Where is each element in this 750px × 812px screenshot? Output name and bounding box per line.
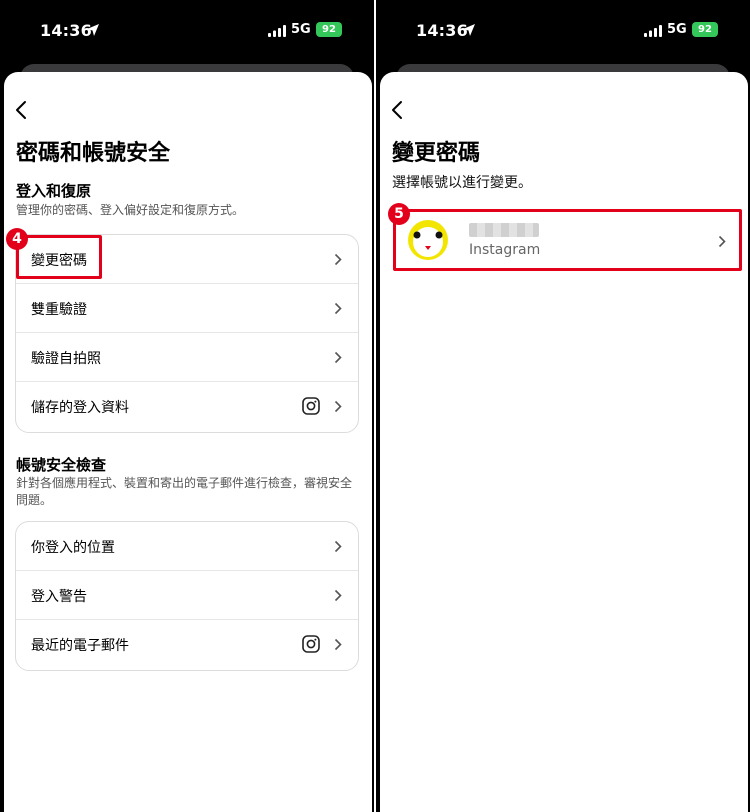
section-desc-security: 針對各個應用程式、裝置和寄出的電子郵件進行檢查，審視安全問題。 xyxy=(16,476,353,507)
status-time: 14:36 xyxy=(416,21,468,40)
menu-item-recent-emails[interactable]: 最近的電子郵件 xyxy=(16,620,358,670)
chevron-right-icon xyxy=(334,253,342,266)
battery-indicator: 92 xyxy=(316,22,342,37)
step-badge: 5 xyxy=(388,203,410,225)
change-password-sheet: 變更密碼 選擇帳號以進行變更。 Instagram 5 xyxy=(380,72,748,812)
location-arrow-icon xyxy=(463,24,475,36)
chevron-right-icon xyxy=(334,589,342,602)
back-chevron-icon[interactable] xyxy=(14,100,30,120)
chevron-right-icon xyxy=(334,302,342,315)
signal-icon xyxy=(644,25,662,37)
chevron-right-icon xyxy=(334,400,342,413)
network-label: 5G xyxy=(291,22,311,37)
menu-item-label: 儲存的登入資料 xyxy=(31,400,129,416)
right-screen: 14:36 5G 92 變更密碼 選擇帳號以進行變更。 Instagram 5 xyxy=(376,0,750,812)
menu-item-selfie-verification[interactable]: 驗證自拍照 xyxy=(16,333,358,382)
section-desc-login: 管理你的密碼、登入偏好設定和復原方式。 xyxy=(16,203,245,217)
menu-item-label: 你登入的位置 xyxy=(31,540,115,556)
status-bar: 14:36 5G 92 xyxy=(0,0,374,60)
settings-sheet: 密碼和帳號安全 登入和復原 管理你的密碼、登入偏好設定和復原方式。 變更密碼 雙… xyxy=(4,72,372,812)
menu-item-label: 驗證自拍照 xyxy=(31,351,101,367)
highlight-box xyxy=(16,235,102,279)
instagram-icon xyxy=(302,635,320,653)
status-bar: 14:36 5G 92 xyxy=(376,0,750,60)
left-screen: 14:36 5G 92 密碼和帳號安全 登入和復原 管理你的密碼、登入偏好設定和… xyxy=(0,0,374,812)
page-title: 變更密碼 xyxy=(392,141,481,166)
chevron-right-icon xyxy=(334,351,342,364)
chevron-right-icon xyxy=(334,638,342,651)
menu-item-login-alerts[interactable]: 登入警告 xyxy=(16,571,358,620)
page-subtitle: 選擇帳號以進行變更。 xyxy=(392,175,532,191)
security-check-card: 你登入的位置 登入警告 最近的電子郵件 xyxy=(15,521,359,671)
back-chevron-icon[interactable] xyxy=(390,100,406,120)
menu-item-label: 登入警告 xyxy=(31,589,87,605)
signal-icon xyxy=(268,25,286,37)
chevron-right-icon xyxy=(334,540,342,553)
menu-item-login-locations[interactable]: 你登入的位置 xyxy=(16,522,358,571)
network-label: 5G xyxy=(667,22,687,37)
instagram-icon xyxy=(302,397,320,415)
menu-item-label: 雙重驗證 xyxy=(31,302,87,318)
menu-item-label: 最近的電子郵件 xyxy=(31,638,129,654)
section-title-login: 登入和復原 xyxy=(16,182,92,200)
location-arrow-icon xyxy=(87,24,99,36)
menu-item-saved-login[interactable]: 儲存的登入資料 xyxy=(16,382,358,432)
battery-indicator: 92 xyxy=(692,22,718,37)
menu-item-two-factor[interactable]: 雙重驗證 xyxy=(16,284,358,333)
highlight-box xyxy=(393,209,742,271)
page-title: 密碼和帳號安全 xyxy=(16,141,171,166)
step-badge: 4 xyxy=(6,228,28,250)
section-title-security: 帳號安全檢查 xyxy=(16,456,107,474)
status-time: 14:36 xyxy=(40,21,92,40)
